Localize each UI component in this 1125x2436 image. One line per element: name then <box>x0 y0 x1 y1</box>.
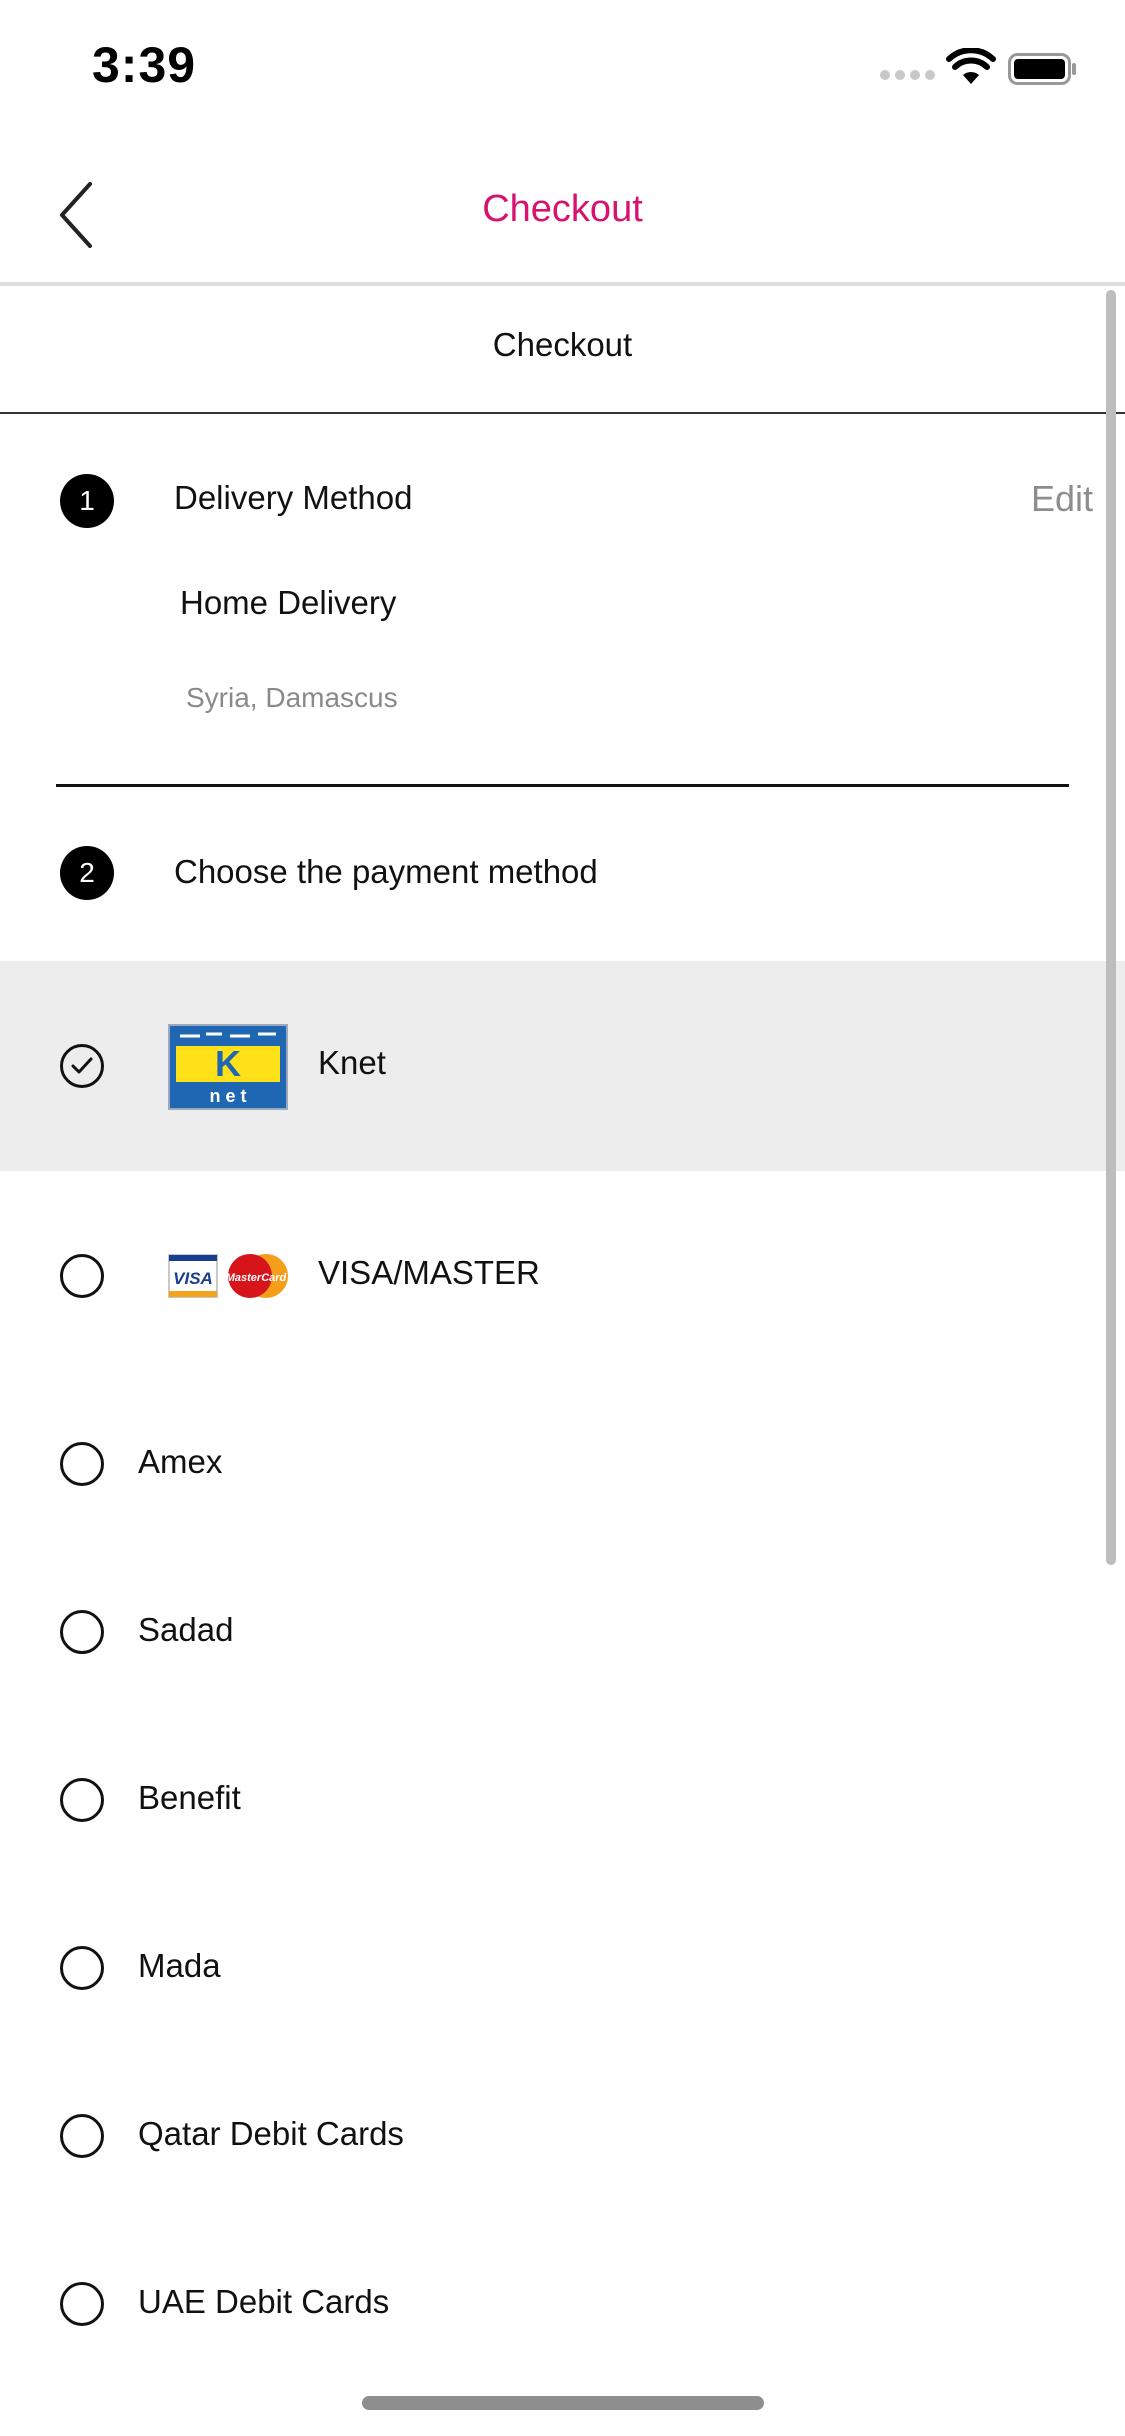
section-divider <box>0 412 1125 414</box>
radio-visa-master[interactable] <box>60 1254 104 1298</box>
payment-option-label[interactable]: Mada <box>138 1947 221 1985</box>
checkmark-icon <box>71 1057 93 1074</box>
payment-option-label: Knet <box>318 1044 386 1081</box>
radio-knet[interactable] <box>60 1044 104 1088</box>
scrollbar[interactable] <box>1106 290 1116 1565</box>
payment-method-label: Choose the payment method <box>174 853 598 890</box>
payment-option-label[interactable]: UAE Debit Cards <box>138 2283 389 2321</box>
payment-option-label[interactable]: Qatar Debit Cards <box>138 2115 404 2153</box>
cellular-signal-icon <box>880 70 936 80</box>
step-1-number: 1 <box>60 474 114 528</box>
knet-logo-icon: K n e t <box>168 1024 288 1110</box>
payment-option-label[interactable]: VISA/MASTER <box>318 1254 540 1292</box>
nav-divider <box>0 282 1125 286</box>
visa-logo-icon: VISA <box>168 1254 218 1298</box>
delivery-method-label: Delivery Method <box>174 479 413 516</box>
status-time: 3:39 <box>92 37 197 93</box>
radio-benefit[interactable] <box>60 1778 104 1822</box>
section-title: Checkout <box>492 326 633 363</box>
payment-option-label[interactable]: Sadad <box>138 1611 233 1649</box>
delivery-type: Home Delivery <box>180 584 397 621</box>
step-divider <box>56 784 1069 787</box>
radio-mada[interactable] <box>60 1946 104 1990</box>
delivery-address: Syria, Damascus <box>186 682 398 713</box>
mastercard-logo-icon: MasterCard <box>228 1254 288 1298</box>
payment-option-label[interactable]: Amex <box>138 1443 222 1481</box>
battery-icon <box>1008 53 1076 85</box>
knet-logo-letter: K <box>215 1043 241 1084</box>
knet-logo-word: n e t <box>209 1086 246 1106</box>
nav-title: Checkout <box>482 188 643 230</box>
visa-logo-text: VISA <box>173 1269 213 1288</box>
payment-option-label[interactable]: Benefit <box>138 1779 241 1817</box>
wifi-icon <box>946 48 996 84</box>
step-2-number: 2 <box>60 846 114 900</box>
radio-qatar-debit[interactable] <box>60 2114 104 2158</box>
radio-amex[interactable] <box>60 1442 104 1486</box>
mastercard-logo-text: MasterCard <box>228 1272 287 1284</box>
radio-sadad[interactable] <box>60 1610 104 1654</box>
edit-delivery-button[interactable]: Edit <box>1031 478 1093 520</box>
radio-uae-debit[interactable] <box>60 2282 104 2326</box>
home-indicator[interactable] <box>362 2396 764 2410</box>
